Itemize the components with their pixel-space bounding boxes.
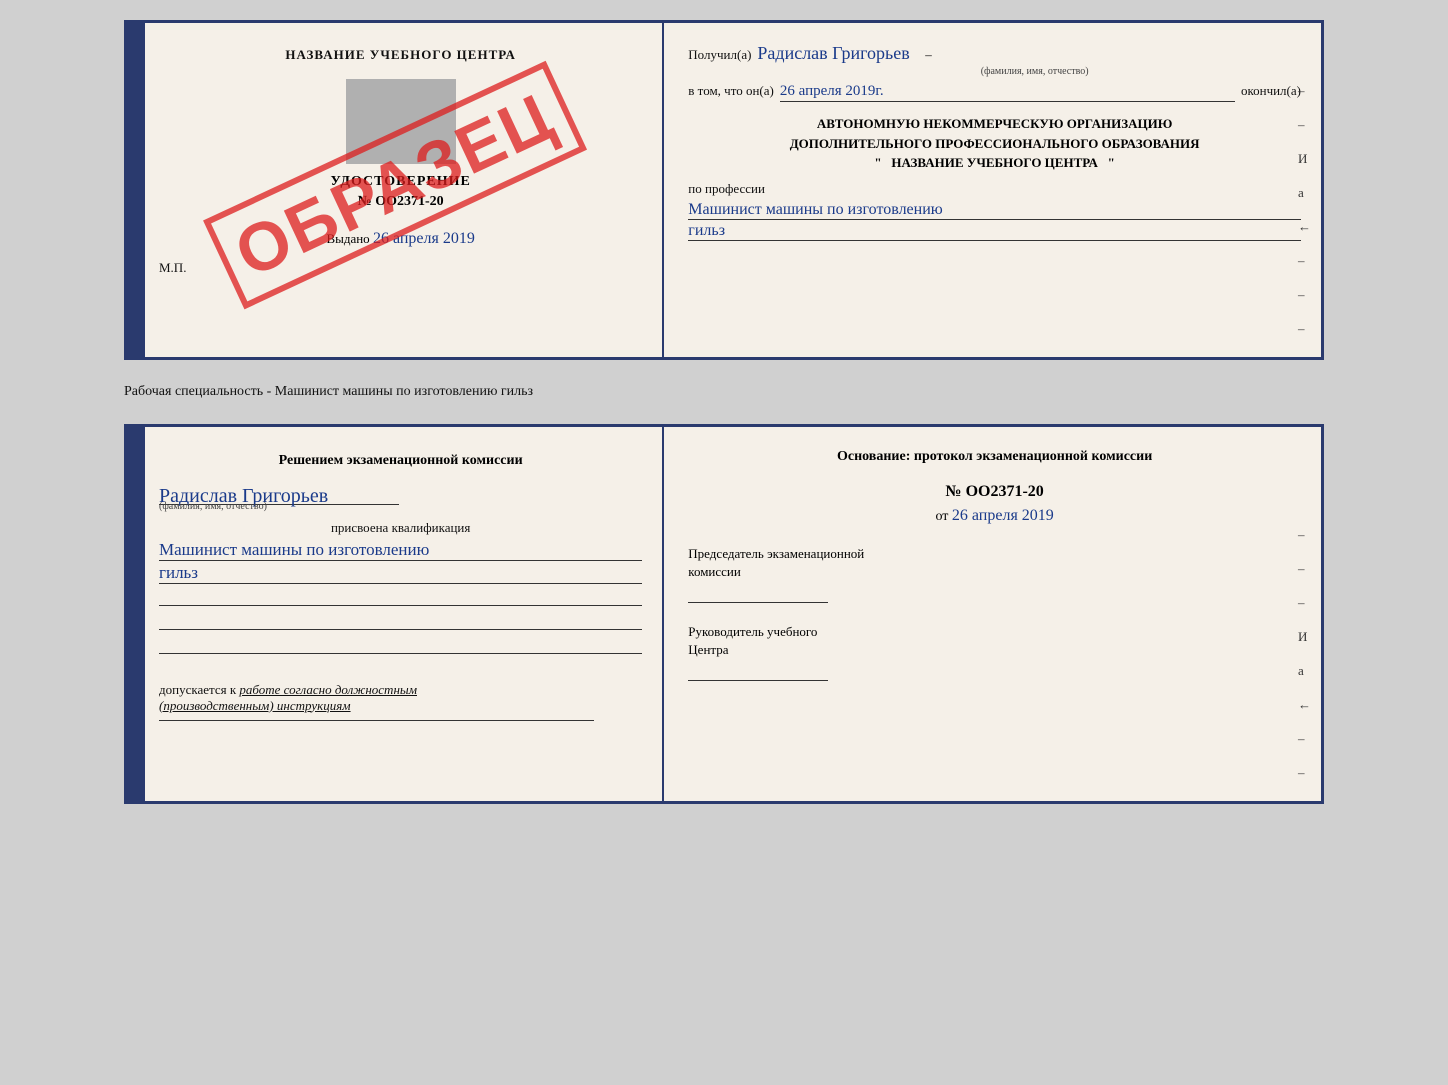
date-prefix-label: от [935, 509, 948, 524]
allowed-prefix: допускается к [159, 682, 236, 697]
decision-title: Решением экзаменационной комиссии [159, 451, 642, 471]
bottom-left-panel: Решением экзаменационной комиссии Радисл… [127, 427, 664, 801]
issued-date: 26 апреля 2019 [373, 230, 475, 247]
chairman-block: Председатель экзаменационной комиссии [688, 545, 1301, 603]
org-block: АВТОНОМНУЮ НЕКОММЕРЧЕСКУЮ ОРГАНИЗАЦИЮ ДО… [688, 114, 1301, 173]
qualification2: гильз [159, 563, 642, 584]
cert-issued: Выдано 26 апреля 2019 [159, 230, 642, 248]
top-certificate-card: НАЗВАНИЕ УЧЕБНОГО ЦЕНТРА УДОСТОВЕРЕНИЕ №… [124, 20, 1324, 360]
page-wrapper: НАЗВАНИЕ УЧЕБНОГО ЦЕНТРА УДОСТОВЕРЕНИЕ №… [20, 20, 1428, 804]
profession-prefix: по профессии [688, 181, 1301, 197]
cert-number: № OO2371-20 [159, 194, 642, 210]
school-name-title: НАЗВАНИЕ УЧЕБНОГО ЦЕНТРА [159, 47, 642, 63]
photo-placeholder [346, 79, 456, 164]
bottom-right-panel: Основание: протокол экзаменационной коми… [664, 427, 1321, 801]
chairman-label: Председатель экзаменационной комиссии [688, 545, 1301, 581]
profession-value2: гильз [688, 222, 1301, 241]
finished-label: окончил(а) [1241, 83, 1301, 99]
protocol-number: № OO2371-20 [688, 483, 1301, 501]
date-value: 26 апреля 2019г. [780, 83, 1235, 102]
received-label: Получил(а) [688, 47, 751, 63]
profession-value1: Машинист машины по изготовлению [688, 201, 1301, 220]
head-sign-line [688, 663, 828, 681]
recipient-name: Радислав Григорьев – [757, 43, 931, 64]
date-prefix: в том, что он(а) [688, 83, 774, 99]
mp-label: М.П. [159, 260, 642, 276]
protocol-date-value: 26 апреля 2019 [952, 507, 1054, 524]
extra-lines [159, 590, 642, 654]
recipient-sub: (фамилия, имя, отчество) [768, 66, 1301, 77]
top-right-panel: Получил(а) Радислав Григорьев – (фамилия… [664, 23, 1321, 357]
chairman-sign-line [688, 585, 828, 603]
basis-title: Основание: протокол экзаменационной коми… [688, 447, 1301, 467]
separator-text: Рабочая специальность - Машинист машины … [124, 378, 1324, 406]
top-left-panel: НАЗВАНИЕ УЧЕБНОГО ЦЕНТРА УДОСТОВЕРЕНИЕ №… [127, 23, 664, 357]
qualification1: Машинист машины по изготовлению [159, 540, 642, 561]
allowed-text: допускается к работе согласно должностны… [159, 682, 642, 714]
head-block: Руководитель учебного Центра [688, 623, 1301, 681]
date-line: в том, что он(а) 26 апреля 2019г. окончи… [688, 83, 1301, 102]
right-margin-dashes: – – И а ← – – – [1298, 83, 1311, 337]
assigned-label: присвоена квалификация [159, 520, 642, 536]
head-label: Руководитель учебного Центра [688, 623, 1301, 659]
bottom-right-margin-dashes: – – – И а ← – – – [1298, 527, 1311, 804]
protocol-date: от 26 апреля 2019 [688, 507, 1301, 525]
bottom-certificate-card: Решением экзаменационной комиссии Радисл… [124, 424, 1324, 804]
received-line: Получил(а) Радислав Григорьев – [688, 43, 1301, 64]
cert-label: УДОСТОВЕРЕНИЕ [159, 174, 642, 190]
issued-label: Выдано [326, 231, 369, 246]
